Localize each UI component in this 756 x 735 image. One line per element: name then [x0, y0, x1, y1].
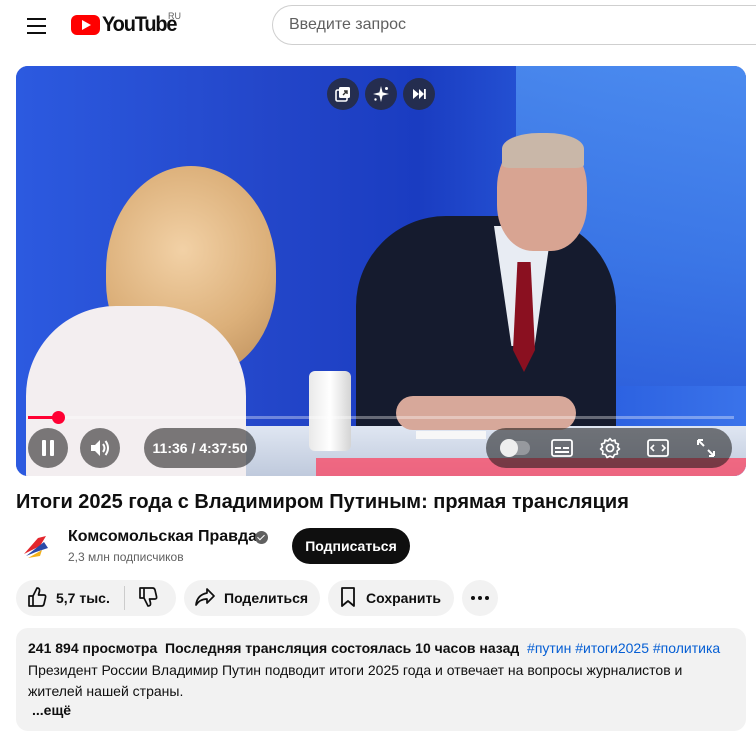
- youtube-play-icon: [71, 15, 100, 35]
- top-bar: YouTube RU Введите запрос: [0, 0, 756, 52]
- verified-icon: [255, 531, 268, 544]
- dislike-button[interactable]: [125, 580, 171, 616]
- subtitles-icon[interactable]: [550, 436, 574, 460]
- pause-button[interactable]: [28, 428, 68, 468]
- subscriber-count: 2,3 млн подписчиков: [68, 550, 184, 564]
- stream-info: Последняя трансляция состоялась 10 часов…: [165, 640, 520, 656]
- time-text: 11:36 / 4:37:50: [152, 440, 248, 456]
- like-count: 5,7 тыс.: [56, 590, 110, 606]
- progress-bar[interactable]: [28, 411, 734, 424]
- youtube-logo[interactable]: YouTube: [71, 13, 180, 37]
- hashtags: #путин #итоги2025 #политика: [527, 640, 720, 656]
- hashtag-link[interactable]: #итоги2025: [575, 640, 649, 656]
- time-display: 11:36 / 4:37:50: [144, 428, 256, 468]
- right-controls: [486, 428, 732, 468]
- more-actions-icon[interactable]: [462, 580, 498, 616]
- thumbs-up-icon: [26, 586, 48, 611]
- hamburger-menu-icon[interactable]: [20, 12, 52, 40]
- video-title: Итоги 2025 года с Владимиром Путиным: пр…: [16, 491, 629, 513]
- autoplay-toggle[interactable]: [500, 439, 530, 457]
- description-meta: 241 894 просмотра Последняя трансляция с…: [28, 640, 720, 656]
- next-icon[interactable]: [403, 78, 435, 110]
- settings-icon[interactable]: [598, 436, 622, 460]
- description-text: Президент России Владимир Путин подводит…: [28, 662, 683, 699]
- thumbs-down-icon: [137, 586, 159, 611]
- fullscreen-icon[interactable]: [694, 436, 718, 460]
- save-label: Сохранить: [366, 590, 441, 606]
- pause-icon: [40, 439, 56, 457]
- save-button[interactable]: Сохранить: [328, 580, 454, 616]
- volume-icon: [89, 438, 111, 458]
- view-count: 241 894 просмотра: [28, 640, 158, 656]
- video-frame: [16, 66, 746, 476]
- theater-mode-icon[interactable]: [646, 436, 670, 460]
- scrubber-handle[interactable]: [52, 411, 65, 424]
- share-icon: [194, 586, 216, 611]
- region-label: RU: [168, 11, 181, 21]
- channel-avatar[interactable]: [16, 526, 56, 566]
- volume-button[interactable]: [80, 428, 120, 468]
- subscribe-button[interactable]: Подписаться: [292, 528, 410, 564]
- ai-sparkle-icon[interactable]: [365, 78, 397, 110]
- channel-name[interactable]: Комсомольская Правда: [68, 528, 257, 546]
- share-label: Поделиться: [224, 590, 309, 606]
- description-box[interactable]: 241 894 просмотра Последняя трансляция с…: [16, 628, 746, 731]
- search-input[interactable]: Введите запрос: [272, 5, 756, 45]
- video-player[interactable]: 11:36 / 4:37:50: [16, 66, 746, 476]
- hashtag-link[interactable]: #политика: [653, 640, 720, 656]
- bookmark-icon: [338, 586, 358, 611]
- like-button[interactable]: 5,7 тыс.: [16, 580, 110, 616]
- logo-text: YouTube: [102, 13, 178, 36]
- share-button[interactable]: Поделиться: [184, 580, 320, 616]
- like-dislike-group: 5,7 тыс.: [16, 580, 176, 616]
- show-more-link[interactable]: ...ещё: [32, 702, 71, 718]
- miniplayer-icon[interactable]: [327, 78, 359, 110]
- hashtag-link[interactable]: #путин: [527, 640, 571, 656]
